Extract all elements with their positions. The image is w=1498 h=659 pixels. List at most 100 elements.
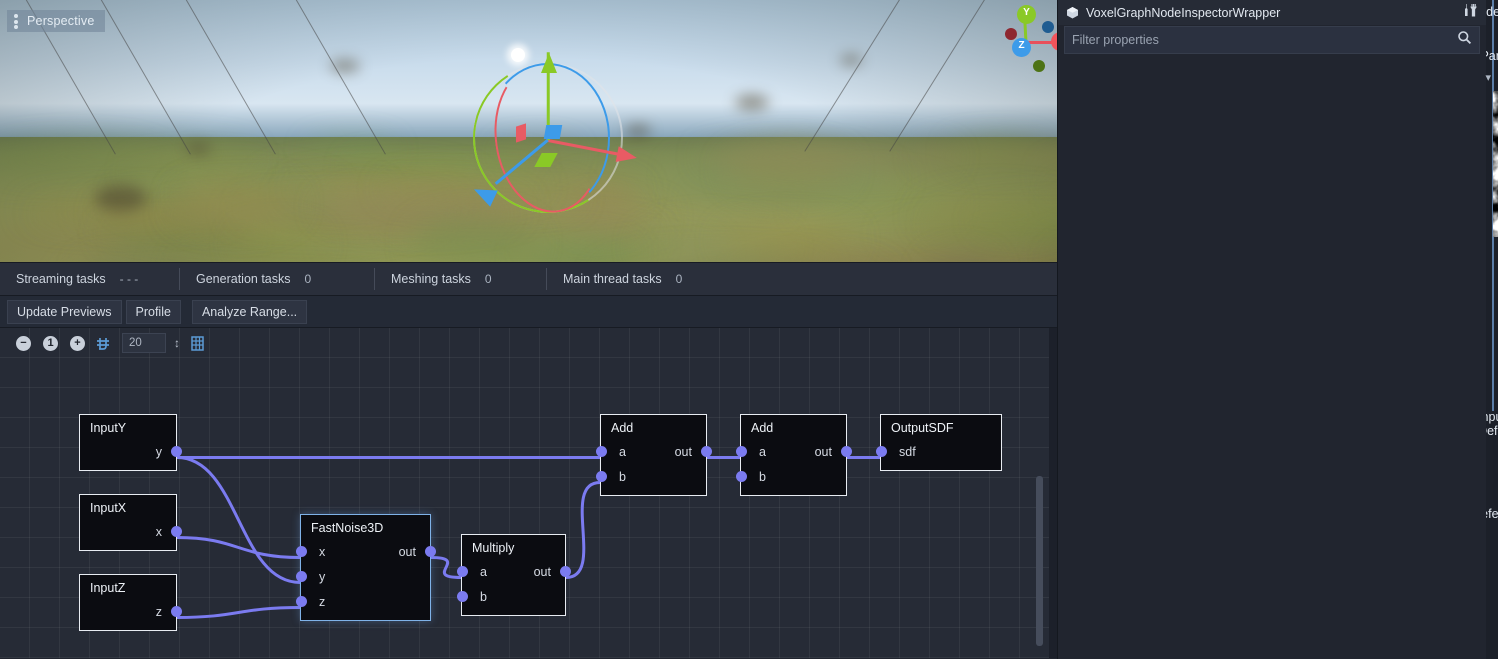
status-meshing-value: 0	[484, 272, 492, 286]
input-port-z[interactable]	[295, 596, 307, 607]
perspective-menu-button[interactable]: Perspective	[7, 10, 105, 32]
status-generation-label: Generation tasks	[196, 272, 291, 286]
filter-placeholder: Filter properties	[1072, 33, 1159, 47]
input-port-label: y	[319, 569, 326, 584]
snap-icon[interactable]	[95, 334, 114, 353]
search-icon[interactable]	[1457, 30, 1472, 50]
input-port-a[interactable]	[735, 446, 747, 457]
status-generation-tasks: Generation tasks 0	[180, 268, 375, 290]
zoom-out-icon[interactable]: −	[14, 334, 33, 353]
foldout-fractal[interactable]: ❯Fractal	[1493, 330, 1498, 350]
graph-node-fastnoise3d[interactable]: FastNoise3D x out y z	[295, 514, 436, 621]
zoom-reset-icon[interactable]: 1	[41, 334, 60, 353]
profile-button[interactable]: Profile	[125, 299, 181, 324]
node-port-row: x out	[295, 539, 436, 564]
status-streaming-tasks: Streaming tasks - - -	[0, 268, 180, 290]
resource-cube-icon	[1066, 6, 1079, 19]
node-title: OutputSDF	[891, 421, 954, 435]
axis-ball-x-positive[interactable]: X	[1051, 32, 1057, 51]
graph-node-inputy[interactable]: InputY y	[79, 414, 182, 471]
view-axis-gizmo[interactable]: X Y Z	[982, 0, 1057, 72]
tools-icon[interactable]	[1462, 2, 1478, 23]
axis-label-x: X	[1051, 32, 1057, 47]
input-port-y[interactable]	[295, 571, 307, 582]
graph-vertical-scrollbar[interactable]	[1036, 476, 1043, 646]
output-port-out[interactable]	[559, 566, 571, 577]
input-port-label: b	[759, 469, 766, 484]
property-label: Period	[1493, 289, 1498, 303]
status-main-thread-label: Main thread tasks	[563, 272, 662, 286]
output-port-y[interactable]	[170, 446, 182, 457]
zoom-in-icon[interactable]: +	[68, 334, 87, 353]
axis-ball-z-negative[interactable]	[1042, 21, 1054, 33]
input-port-b[interactable]	[456, 591, 468, 602]
graph-node-add1[interactable]: Add a out b	[595, 414, 712, 496]
gizmo-arrow-y[interactable]	[541, 53, 557, 73]
inspector-title: VoxelGraphNodeInspectorWrapper	[1086, 5, 1281, 20]
output-port-out[interactable]	[700, 446, 712, 457]
output-port-out[interactable]	[840, 446, 852, 457]
graph-toolbar: Update Previews Profile Analyze Range...	[0, 296, 1057, 328]
noise-preview-image	[1493, 91, 1498, 237]
input-port-b[interactable]	[735, 471, 747, 482]
snap-stepper-icon[interactable]: ↕	[174, 337, 180, 349]
params-header-label: Params	[1486, 48, 1498, 63]
output-port-label: out	[814, 444, 832, 459]
input-port-a[interactable]	[595, 446, 607, 457]
chevron-down-icon[interactable]: ▾	[1485, 72, 1491, 84]
3d-viewport[interactable]: X Y Z Perspective	[0, 0, 1057, 262]
graph-zoom-toolbar: − 1 + 20 ↕	[0, 328, 1057, 358]
input-port-a[interactable]	[456, 566, 468, 577]
filter-properties-input[interactable]: Filter properties	[1064, 26, 1480, 54]
status-main-thread-tasks: Main thread tasks 0	[547, 268, 698, 290]
status-streaming-value: - - -	[119, 272, 139, 286]
output-port-x[interactable]	[170, 526, 182, 537]
output-port-out[interactable]	[424, 546, 436, 557]
node-title: Multiply	[472, 541, 515, 555]
input-port-b[interactable]	[595, 471, 607, 482]
status-meshing-label: Meshing tasks	[391, 272, 471, 286]
input-port-sdf[interactable]	[875, 446, 887, 457]
input-port-x[interactable]	[295, 546, 307, 557]
node-port-row: x	[80, 519, 182, 544]
gizmo-plane-xy[interactable]	[543, 125, 563, 139]
axis-ball-y-positive[interactable]: Y	[1017, 5, 1036, 24]
node-port-row: a out	[595, 439, 712, 464]
gizmo-plane-yz[interactable]	[516, 123, 526, 143]
property-label: Noise Type	[1493, 236, 1498, 264]
node-port-row: y	[80, 439, 182, 464]
node-port-row: a out	[735, 439, 852, 464]
voxel-graph-canvas[interactable]: − 1 + 20 ↕ InputY y InputX x InputZ z FastNois…	[0, 328, 1057, 658]
editor-left-column: X Y Z Perspective Streaming tasks - - -	[0, 0, 1057, 659]
graph-node-outputsdf[interactable]: OutputSDF sdf	[875, 414, 1002, 471]
graph-node-inputx[interactable]: InputX x	[79, 494, 182, 551]
status-streaming-label: Streaming tasks	[16, 272, 106, 286]
axis-ball-z-positive[interactable]: Z	[1012, 38, 1031, 57]
transform-gizmo[interactable]	[455, 45, 645, 235]
graph-node-add2[interactable]: Add a out b	[735, 414, 852, 496]
output-port-label: x	[155, 524, 162, 539]
perspective-label: Perspective	[27, 14, 95, 28]
node-title: InputY	[90, 421, 127, 435]
gizmo-arrow-x[interactable]	[615, 146, 639, 166]
name-label: Name	[1493, 27, 1498, 41]
grid-icon[interactable]	[188, 334, 207, 353]
axis-ball-y-negative[interactable]	[1033, 60, 1045, 72]
graph-node-multiply[interactable]: Multiply a out b	[456, 534, 571, 616]
node-port-row: z	[295, 589, 430, 614]
menu-dots-icon	[14, 14, 18, 29]
input-port-label: b	[619, 469, 626, 484]
axis-ball-x-negative[interactable]	[1005, 28, 1017, 40]
node-title: FastNoise3D	[311, 521, 384, 535]
input-port-label: b	[480, 589, 487, 604]
status-main-thread-value: 0	[675, 272, 683, 286]
snap-value-input[interactable]: 20	[122, 333, 166, 353]
update-previews-button[interactable]: Update Previews	[7, 299, 122, 324]
reference-label: Reference	[1486, 506, 1498, 521]
output-port-z[interactable]	[170, 606, 182, 617]
foldout-resource[interactable]: ❯Resource	[1493, 390, 1498, 410]
foldout-advanced[interactable]: ❯Advanced	[1493, 370, 1498, 390]
analyze-range-button[interactable]: Analyze Range...	[191, 299, 308, 324]
foldout-cellular[interactable]: ❯Cellular	[1493, 350, 1498, 370]
graph-node-inputz[interactable]: InputZ z	[79, 574, 182, 631]
